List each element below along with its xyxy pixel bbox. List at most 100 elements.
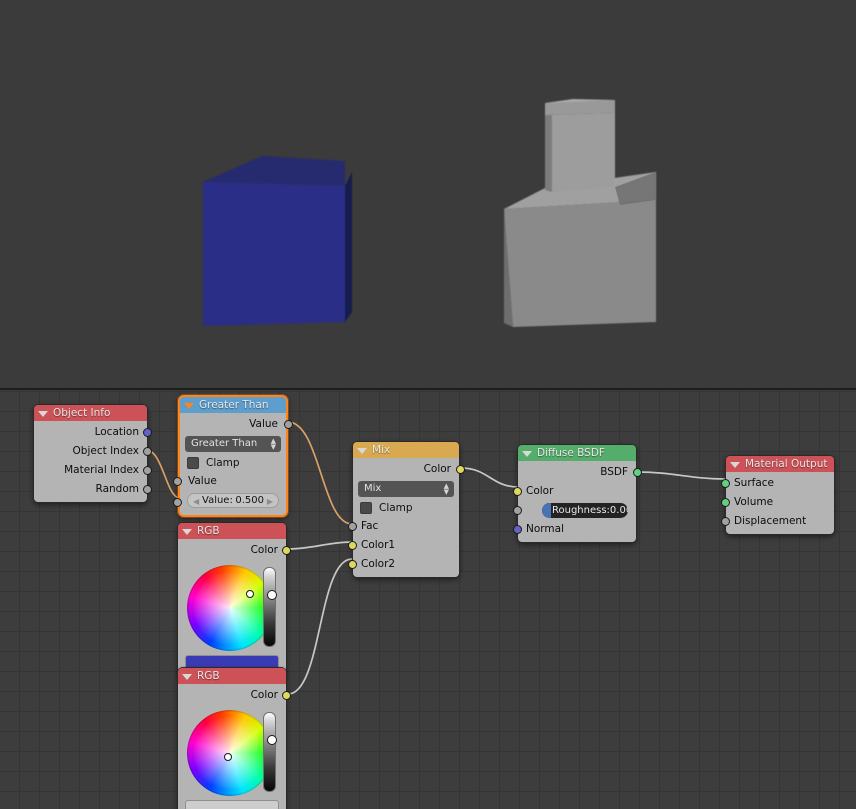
clamp-checkbox[interactable]: Clamp bbox=[185, 454, 281, 471]
node-body-rgb-blue: Color bbox=[178, 539, 291, 676]
socket-label: Object Index bbox=[72, 445, 139, 457]
socket-row-normal[interactable]: Normal bbox=[513, 520, 636, 539]
gray-cube-small bbox=[545, 99, 615, 192]
blend-mode-dropdown[interactable]: Mix ▲ ▼ bbox=[358, 481, 454, 497]
socket-row-value-output[interactable]: Value bbox=[180, 415, 293, 434]
socket-row-location[interactable]: Location bbox=[34, 423, 152, 442]
node-header-object-info[interactable]: Object Info bbox=[34, 405, 147, 421]
color-picker-blue[interactable] bbox=[184, 563, 280, 653]
collapse-triangle-icon[interactable] bbox=[38, 410, 48, 417]
roughness-slider[interactable]: Roughness: 0.000 bbox=[542, 503, 628, 518]
blend-mode-value: Mix bbox=[364, 483, 382, 494]
roughness-label: Roughness: bbox=[552, 505, 610, 516]
node-greater-than[interactable]: Greater Than Value Greater Than ▲ ▼ Clamp bbox=[173, 395, 293, 517]
socket-row-value-input-2[interactable]: ◀ Value: 0.500 ▶ bbox=[173, 493, 286, 512]
collapse-triangle-icon[interactable] bbox=[182, 528, 192, 535]
socket-fac[interactable] bbox=[348, 522, 357, 531]
socket-row-mix-color-output[interactable]: Color bbox=[353, 460, 465, 479]
collapse-triangle-icon[interactable] bbox=[182, 673, 192, 680]
socket-volume[interactable] bbox=[721, 498, 730, 507]
socket-label: BSDF bbox=[600, 466, 628, 478]
3d-viewport[interactable] bbox=[0, 0, 856, 390]
socket-label: Location bbox=[94, 426, 139, 438]
node-body-mix: Color Mix ▲ ▼ Clamp Fac Color1 Color2 bbox=[348, 458, 465, 577]
mix-clamp-checkbox[interactable]: Clamp bbox=[358, 499, 454, 516]
socket-row-value-input-1[interactable]: Value bbox=[173, 472, 286, 491]
socket-label: Volume bbox=[734, 496, 774, 508]
socket-row-surface[interactable]: Surface bbox=[721, 474, 834, 493]
socket-row-object-index[interactable]: Object Index bbox=[34, 442, 152, 461]
collapse-triangle-icon[interactable] bbox=[184, 402, 194, 409]
node-header-mix[interactable]: Mix bbox=[353, 442, 459, 458]
socket-row-bsdf-output[interactable]: BSDF bbox=[518, 463, 642, 482]
collapse-triangle-icon[interactable] bbox=[522, 450, 532, 457]
color-picker-white[interactable] bbox=[184, 708, 280, 798]
socket-row-color2[interactable]: Color2 bbox=[348, 555, 459, 574]
color-swatch-white[interactable] bbox=[185, 800, 279, 809]
socket-row-roughness[interactable]: Roughness: 0.000 bbox=[513, 501, 636, 520]
node-diffuse-bsdf[interactable]: Diffuse BSDF BSDF Color Roughness: 0.000 bbox=[513, 444, 642, 543]
color-wheel-cursor[interactable] bbox=[246, 590, 254, 598]
decrement-arrow-icon[interactable]: ◀ bbox=[193, 494, 199, 509]
clamp-label: Clamp bbox=[206, 456, 240, 469]
node-rgb-blue[interactable]: RGB Color bbox=[177, 522, 291, 677]
socket-row-color1[interactable]: Color1 bbox=[348, 536, 459, 555]
checkbox-box-icon[interactable] bbox=[360, 501, 372, 514]
socket-value-input-1[interactable] bbox=[173, 477, 182, 486]
socket-color2[interactable] bbox=[348, 560, 357, 569]
node-rgb-white[interactable]: RGB Color bbox=[177, 667, 291, 809]
socket-bsdf-output[interactable] bbox=[633, 468, 642, 477]
value-slider-cursor[interactable] bbox=[267, 735, 277, 745]
socket-row-fac[interactable]: Fac bbox=[348, 517, 459, 536]
socket-normal[interactable] bbox=[513, 525, 522, 534]
node-header-rgb-white[interactable]: RGB bbox=[178, 668, 286, 684]
node-header-material-output[interactable]: Material Output bbox=[726, 456, 834, 472]
node-title: Mix bbox=[372, 444, 391, 456]
node-body-rgb-white: Color bbox=[178, 684, 291, 809]
socket-row-random[interactable]: Random bbox=[34, 480, 152, 499]
collapse-triangle-icon[interactable] bbox=[730, 461, 740, 468]
socket-row-color-output[interactable]: Color bbox=[178, 541, 291, 560]
socket-row-displacement[interactable]: Displacement bbox=[721, 512, 834, 531]
socket-color1[interactable] bbox=[348, 541, 357, 550]
collapse-triangle-icon[interactable] bbox=[357, 447, 367, 454]
socket-label: Color bbox=[526, 485, 554, 497]
node-header-greater-than[interactable]: Greater Than bbox=[180, 397, 286, 413]
socket-object-index[interactable] bbox=[143, 447, 152, 456]
node-material-output[interactable]: Material Output Surface Volume Displacem… bbox=[721, 455, 835, 535]
node-object-info[interactable]: Object Info Location Object Index Materi… bbox=[33, 404, 152, 503]
socket-value-input-2[interactable] bbox=[173, 498, 182, 507]
socket-row-material-index[interactable]: Material Index bbox=[34, 461, 152, 480]
node-mix[interactable]: Mix Color Mix ▲ ▼ Clamp Fac Color1 Color… bbox=[348, 441, 465, 578]
node-title: Material Output bbox=[745, 458, 828, 470]
socket-surface[interactable] bbox=[721, 479, 730, 488]
socket-row-volume[interactable]: Volume bbox=[721, 493, 834, 512]
socket-row-color-output[interactable]: Color bbox=[178, 686, 291, 705]
increment-arrow-icon[interactable]: ▶ bbox=[267, 494, 273, 509]
checkbox-box-icon[interactable] bbox=[187, 456, 199, 469]
shader-node-editor[interactable]: Object Info Location Object Index Materi… bbox=[0, 390, 856, 809]
socket-roughness[interactable] bbox=[513, 506, 522, 515]
socket-label: Color bbox=[250, 544, 278, 556]
node-title: RGB bbox=[197, 670, 220, 682]
socket-material-index[interactable] bbox=[143, 466, 152, 475]
value-slider-bar[interactable] bbox=[263, 567, 276, 647]
socket-displacement[interactable] bbox=[721, 517, 730, 526]
socket-random[interactable] bbox=[143, 485, 152, 494]
socket-diffuse-color[interactable] bbox=[513, 487, 522, 496]
socket-value-output[interactable] bbox=[284, 420, 293, 429]
color-wheel[interactable] bbox=[187, 565, 273, 651]
value-slider-bar[interactable] bbox=[263, 712, 276, 792]
node-header-rgb-blue[interactable]: RGB bbox=[178, 523, 286, 539]
socket-row-diffuse-color[interactable]: Color bbox=[513, 482, 636, 501]
socket-color-output[interactable] bbox=[282, 691, 291, 700]
socket-location[interactable] bbox=[143, 428, 152, 437]
socket-color-output[interactable] bbox=[282, 546, 291, 555]
value-slider-cursor[interactable] bbox=[267, 590, 277, 600]
color-wheel-cursor[interactable] bbox=[224, 753, 232, 761]
operation-dropdown[interactable]: Greater Than ▲ ▼ bbox=[185, 436, 281, 452]
socket-mix-color-output[interactable] bbox=[456, 465, 465, 474]
socket-label: Surface bbox=[734, 477, 775, 489]
node-header-diffuse-bsdf[interactable]: Diffuse BSDF bbox=[518, 445, 636, 461]
value-number-field[interactable]: ◀ Value: 0.500 ▶ bbox=[187, 493, 279, 508]
